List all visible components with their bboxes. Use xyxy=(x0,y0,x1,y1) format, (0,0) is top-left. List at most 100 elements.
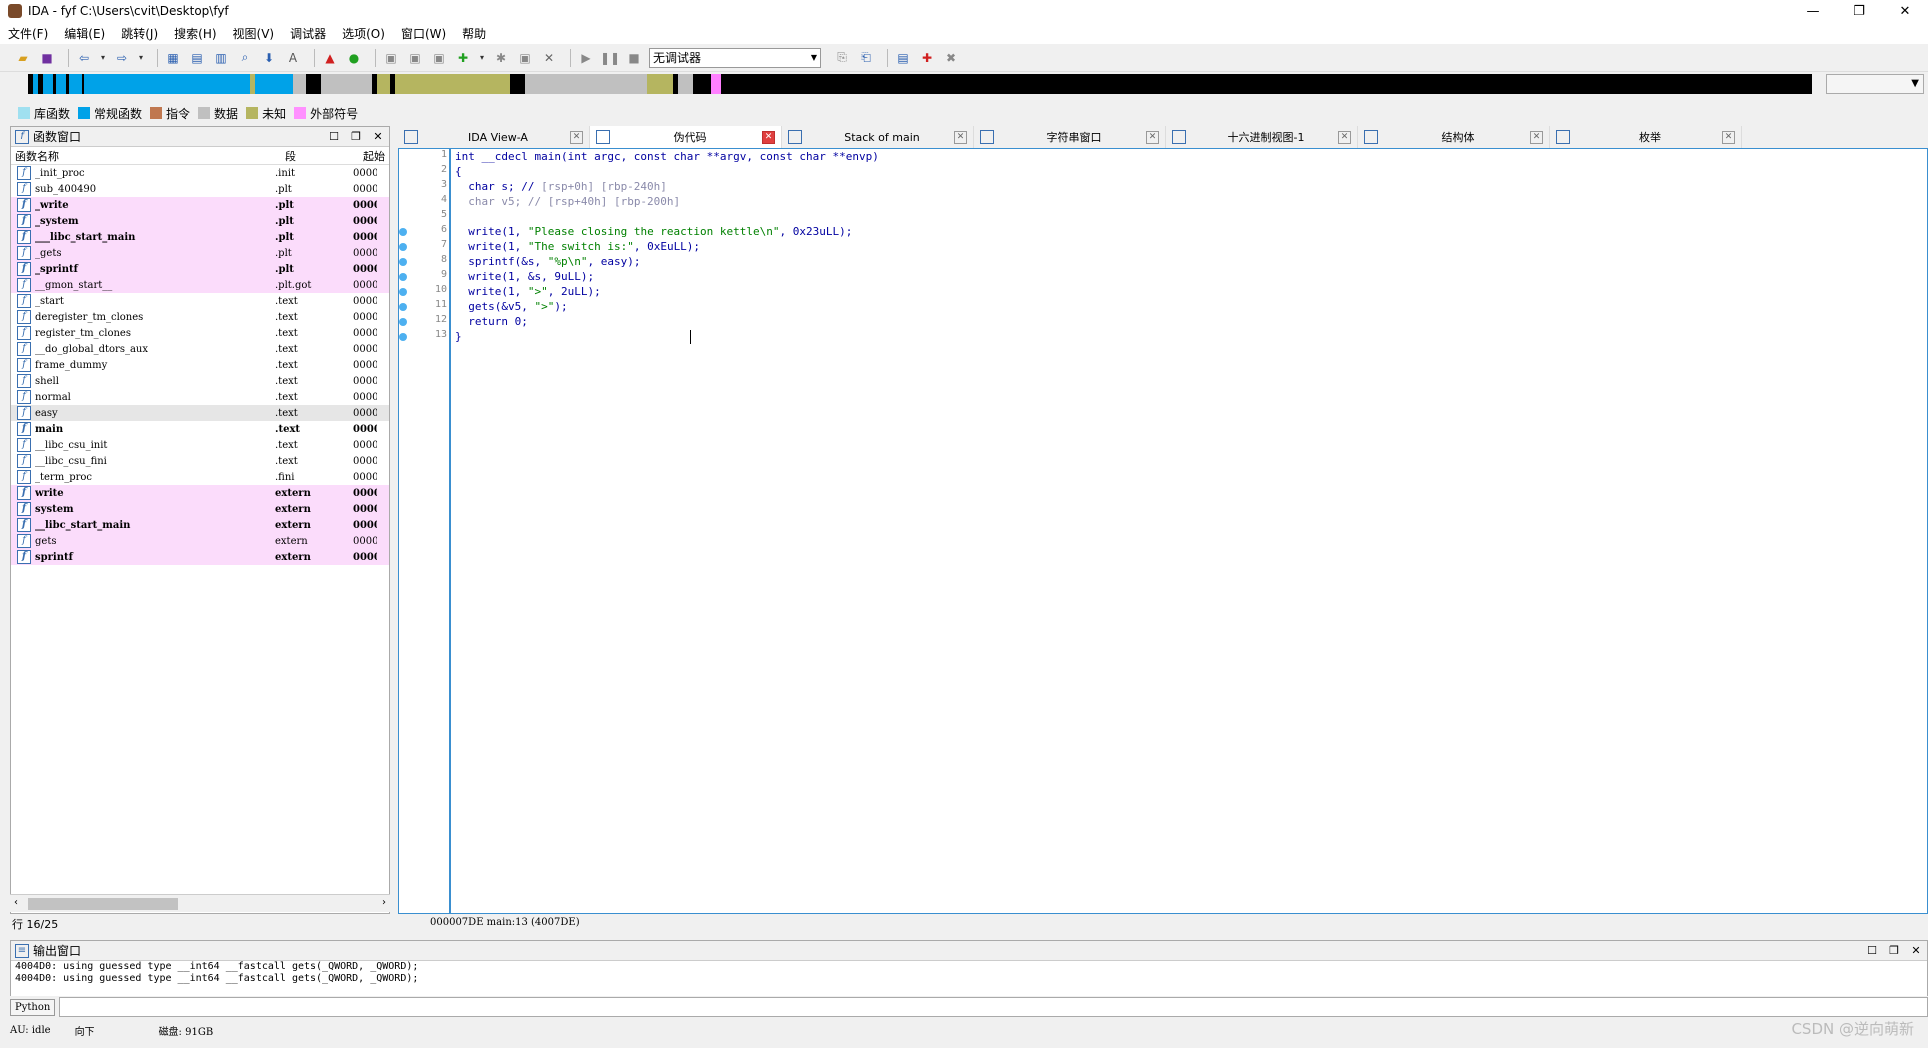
tab-0[interactable]: IDA View-A ✕ xyxy=(398,126,590,148)
function-row[interactable]: f __do_global_dtors_aux .text 0000 xyxy=(11,341,389,357)
close-tab-icon[interactable]: ✕ xyxy=(762,130,775,144)
navigation-band[interactable] xyxy=(28,74,1812,94)
detach-icon[interactable]: ⎗ xyxy=(857,49,875,67)
code-icon[interactable]: ▣ xyxy=(382,49,400,67)
code-line[interactable]: int __cdecl main(int argc, const char **… xyxy=(455,149,879,164)
tab-3[interactable]: 字符串窗口 ✕ xyxy=(974,126,1166,148)
navband-dropdown[interactable]: ▼ xyxy=(1826,74,1924,94)
code-line[interactable]: char v5; // [rsp+40h] [rbp-200h] xyxy=(455,194,879,209)
dropdown-arrow-icon[interactable]: ▾ xyxy=(99,49,107,67)
menu-windows[interactable]: 窗口(W) xyxy=(401,25,446,42)
code-line[interactable]: return 0; xyxy=(455,314,879,329)
debugger-select[interactable]: 无调试器 ▼ xyxy=(649,47,821,68)
function-row[interactable]: f _start .text 0000 xyxy=(11,293,389,309)
menu-view[interactable]: 视图(V) xyxy=(233,25,275,42)
tab-5[interactable]: 结构体 ✕ xyxy=(1358,126,1550,148)
column-start[interactable]: 起始 xyxy=(359,148,389,164)
float-panel-button[interactable]: ❐ xyxy=(345,130,367,143)
function-row[interactable]: fwrite extern 0000 xyxy=(11,485,389,501)
output-log[interactable]: 4004D0: using guessed type __int64 __fas… xyxy=(11,961,1927,985)
navband-segment[interactable] xyxy=(524,74,648,94)
plugin-icon[interactable]: ✱ xyxy=(492,49,510,67)
navband-segment[interactable] xyxy=(68,74,82,94)
function-row[interactable]: f gets extern 0000 xyxy=(11,533,389,549)
menu-options[interactable]: 选项(O) xyxy=(342,25,385,42)
breakpoint-slot[interactable] xyxy=(399,299,431,314)
functions-hscrollbar[interactable]: ‹ › xyxy=(10,894,390,912)
stop-icon[interactable]: ■ xyxy=(625,49,643,67)
patch-icon[interactable]: ✚ xyxy=(454,49,472,67)
minimize-button[interactable]: — xyxy=(1790,4,1836,19)
column-function-name[interactable]: 函数名称 xyxy=(11,148,281,164)
breakpoint-dot-icon[interactable] xyxy=(399,273,407,281)
breakpoint-slot[interactable] xyxy=(399,254,431,269)
close-tab-icon[interactable]: ✕ xyxy=(1722,130,1735,144)
warning-icon[interactable]: ▲ xyxy=(321,49,339,67)
save-icon[interactable]: ■ xyxy=(38,49,56,67)
breakpoint-dot-icon[interactable] xyxy=(399,228,407,236)
play-icon[interactable]: ▶ xyxy=(577,49,595,67)
breakpoint-slot[interactable] xyxy=(399,164,431,179)
function-row[interactable]: f ___libc_start_main .plt 0000 xyxy=(11,229,389,245)
maximize-panel-button[interactable]: ☐ xyxy=(323,130,345,143)
navband-segment[interactable] xyxy=(321,74,373,94)
tab-6[interactable]: 枚举 ✕ xyxy=(1550,126,1742,148)
maximize-panel-button[interactable]: ☐ xyxy=(1861,944,1883,957)
close-tab-icon[interactable]: ✕ xyxy=(1530,130,1543,144)
function-row[interactable]: f frame_dummy .text 0000 xyxy=(11,357,389,373)
jump-down-icon[interactable]: ⬇ xyxy=(260,49,278,67)
code-line[interactable]: write(1, "Please closing the reaction ke… xyxy=(455,224,879,239)
breakpoint-dot-icon[interactable] xyxy=(399,333,407,341)
code-line[interactable]: write(1, "The switch is:", 0xEuLL); xyxy=(455,239,879,254)
add-breakpoint-icon[interactable]: ✚ xyxy=(918,49,936,67)
close-tab-icon[interactable]: ✕ xyxy=(570,130,583,144)
green-dot-icon[interactable]: ● xyxy=(345,49,363,67)
menu-search[interactable]: 搜索(H) xyxy=(174,25,216,42)
breakpoint-slot[interactable] xyxy=(399,209,431,224)
function-row[interactable]: f _gets .plt 0000 xyxy=(11,245,389,261)
search-binary-icon[interactable]: ▦ xyxy=(164,49,182,67)
dropdown-arrow-icon[interactable]: ▾ xyxy=(137,49,145,67)
restore-button[interactable]: ❐ xyxy=(1836,4,1882,19)
function-row[interactable]: f normal .text 0000 xyxy=(11,389,389,405)
function-row[interactable]: f register_tm_clones .text 0000 xyxy=(11,325,389,341)
close-panel-button[interactable]: ✕ xyxy=(367,130,389,143)
code-line[interactable]: { xyxy=(455,164,879,179)
dropdown-arrow-icon[interactable]: ▾ xyxy=(478,49,486,67)
close-tab-icon[interactable]: ✕ xyxy=(954,130,967,144)
navband-segment[interactable] xyxy=(693,74,712,94)
navband-segment[interactable] xyxy=(305,74,322,94)
breakpoint-gutter[interactable] xyxy=(399,149,431,913)
code-line[interactable] xyxy=(455,209,879,224)
navband-segment[interactable] xyxy=(56,74,67,94)
menu-help[interactable]: 帮助 xyxy=(462,25,486,42)
function-row[interactable]: fsystem extern 0000 xyxy=(11,501,389,517)
open-file-icon[interactable]: ▰ xyxy=(14,49,32,67)
string-icon[interactable]: ▣ xyxy=(430,49,448,67)
breakpoint-slot[interactable] xyxy=(399,284,431,299)
python-command-input[interactable] xyxy=(59,997,1928,1017)
navband-segment[interactable] xyxy=(509,74,525,94)
breakpoint-dot-icon[interactable] xyxy=(399,288,407,296)
close-tab-icon[interactable]: ✕ xyxy=(1338,130,1351,144)
code-line[interactable]: sprintf(&s, "%p\n", easy); xyxy=(455,254,879,269)
tab-2[interactable]: Stack of main ✕ xyxy=(782,126,974,148)
breakpoint-slot[interactable] xyxy=(399,314,431,329)
breakpoint-dot-icon[interactable] xyxy=(399,303,407,311)
remove-breakpoint-icon[interactable]: ✖ xyxy=(942,49,960,67)
scroll-left-icon[interactable]: ‹ xyxy=(14,897,18,908)
function-row[interactable]: f sprintf extern 0000 xyxy=(11,549,389,565)
tab-4[interactable]: 十六进制视图-1 ✕ xyxy=(1166,126,1358,148)
close-window-button[interactable]: ✕ xyxy=(1882,4,1928,19)
function-row[interactable]: f __libc_start_main extern 0000 xyxy=(11,517,389,533)
function-row[interactable]: f shell .text 0000 xyxy=(11,373,389,389)
float-panel-button[interactable]: ❐ xyxy=(1883,944,1905,957)
close-panel-button[interactable]: ✕ xyxy=(1905,944,1927,957)
python-language-button[interactable]: Python xyxy=(10,998,56,1016)
forward-arrow-icon[interactable]: ⇨ xyxy=(113,49,131,67)
navband-segment[interactable] xyxy=(721,74,1812,94)
search-immediate-icon[interactable]: ▥ xyxy=(212,49,230,67)
scrollbar-thumb[interactable] xyxy=(28,898,178,910)
breakpoints-icon[interactable]: ▤ xyxy=(894,49,912,67)
function-row[interactable]: f __libc_csu_fini .text 0000 xyxy=(11,453,389,469)
